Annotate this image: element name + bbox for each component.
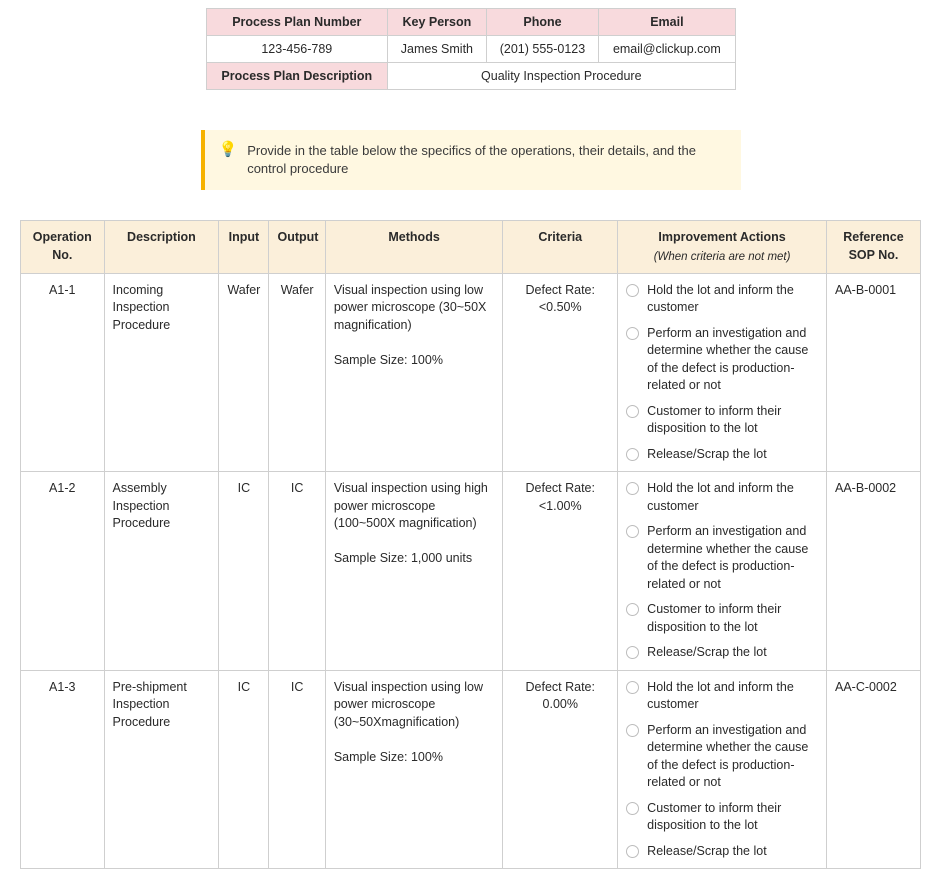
col-header-criteria: Criteria	[503, 221, 618, 274]
operations-table: Operation No. Description Input Output M…	[20, 220, 921, 869]
cell-input: IC	[219, 472, 269, 671]
header-label-phone: Phone	[486, 9, 599, 36]
col-header-input: Input	[219, 221, 269, 274]
col-header-op-no: Operation No.	[21, 221, 105, 274]
col-header-output: Output	[269, 221, 325, 274]
table-row: A1-2Assembly Inspection ProcedureICICVis…	[21, 472, 921, 671]
radio-icon[interactable]	[626, 525, 639, 538]
improvement-item: Customer to inform their disposition to …	[626, 800, 818, 835]
improvement-list: Hold the lot and inform the customer Perf…	[626, 282, 818, 464]
radio-icon[interactable]	[626, 646, 639, 659]
improvement-text: Perform an investigation and determine w…	[647, 523, 818, 593]
radio-icon[interactable]	[626, 724, 639, 737]
header-value-phone: (201) 555-0123	[486, 36, 599, 63]
improvement-text: Hold the lot and inform the customer	[647, 679, 818, 714]
col-header-reference: Reference SOP No.	[826, 221, 920, 274]
cell-criteria: Defect Rate: <0.50%	[503, 273, 618, 472]
header-value-description: Quality Inspection Procedure	[388, 63, 735, 90]
header-value-plan-number: 123-456-789	[206, 36, 388, 63]
cell-criteria: Defect Rate: <1.00%	[503, 472, 618, 671]
radio-icon[interactable]	[626, 405, 639, 418]
improvement-item: Hold the lot and inform the customer	[626, 480, 818, 515]
cell-improvement: Hold the lot and inform the customer Perf…	[618, 472, 827, 671]
improvement-item: Perform an investigation and determine w…	[626, 523, 818, 593]
improvement-text: Hold the lot and inform the customer	[647, 480, 818, 515]
info-callout: 💡 Provide in the table below the specifi…	[201, 130, 741, 190]
radio-icon[interactable]	[626, 845, 639, 858]
cell-reference: AA-B-0002	[826, 472, 920, 671]
improvement-text: Perform an investigation and determine w…	[647, 325, 818, 395]
header-table-container: Process Plan Number Key Person Phone Ema…	[20, 8, 921, 90]
cell-description: Pre-shipment Inspection Procedure	[104, 670, 219, 869]
col-header-description: Description	[104, 221, 219, 274]
radio-icon[interactable]	[626, 802, 639, 815]
improvement-text: Perform an investigation and determine w…	[647, 722, 818, 792]
cell-reference: AA-B-0001	[826, 273, 920, 472]
improvement-text: Release/Scrap the lot	[647, 644, 767, 662]
radio-icon[interactable]	[626, 482, 639, 495]
table-row: A1-1Incoming Inspection ProcedureWaferWa…	[21, 273, 921, 472]
cell-output: IC	[269, 472, 325, 671]
radio-icon[interactable]	[626, 327, 639, 340]
col-header-methods: Methods	[325, 221, 502, 274]
col-header-improvement-main: Improvement Actions	[658, 230, 785, 244]
improvement-text: Release/Scrap the lot	[647, 446, 767, 464]
cell-description: Incoming Inspection Procedure	[104, 273, 219, 472]
header-info-table: Process Plan Number Key Person Phone Ema…	[206, 8, 736, 90]
radio-icon[interactable]	[626, 448, 639, 461]
improvement-text: Customer to inform their disposition to …	[647, 800, 818, 835]
cell-methods: Visual inspection using high power micro…	[325, 472, 502, 671]
radio-icon[interactable]	[626, 603, 639, 616]
cell-description: Assembly Inspection Procedure	[104, 472, 219, 671]
lightbulb-icon: 💡	[219, 142, 238, 157]
radio-icon[interactable]	[626, 284, 639, 297]
improvement-item: Hold the lot and inform the customer	[626, 282, 818, 317]
header-label-description: Process Plan Description	[206, 63, 388, 90]
cell-improvement: Hold the lot and inform the customer Perf…	[618, 670, 827, 869]
col-header-improvement: Improvement Actions (When criteria are n…	[618, 221, 827, 274]
cell-input: IC	[219, 670, 269, 869]
improvement-text: Release/Scrap the lot	[647, 843, 767, 861]
header-label-email: Email	[599, 9, 735, 36]
cell-op-no: A1-2	[21, 472, 105, 671]
callout-container: 💡 Provide in the table below the specifi…	[20, 130, 921, 190]
header-value-email: email@clickup.com	[599, 36, 735, 63]
col-header-improvement-sub: (When criteria are not met)	[626, 249, 818, 265]
cell-improvement: Hold the lot and inform the customer Perf…	[618, 273, 827, 472]
improvement-item: Customer to inform their disposition to …	[626, 403, 818, 438]
cell-methods: Visual inspection using low power micros…	[325, 670, 502, 869]
improvement-item: Perform an investigation and determine w…	[626, 325, 818, 395]
header-value-key-person: James Smith	[388, 36, 487, 63]
improvement-item: Release/Scrap the lot	[626, 843, 818, 861]
cell-op-no: A1-3	[21, 670, 105, 869]
cell-output: Wafer	[269, 273, 325, 472]
improvement-list: Hold the lot and inform the customer Perf…	[626, 679, 818, 861]
improvement-item: Release/Scrap the lot	[626, 644, 818, 662]
improvement-item: Release/Scrap the lot	[626, 446, 818, 464]
radio-icon[interactable]	[626, 681, 639, 694]
improvement-item: Hold the lot and inform the customer	[626, 679, 818, 714]
improvement-text: Customer to inform their disposition to …	[647, 403, 818, 438]
improvement-text: Hold the lot and inform the customer	[647, 282, 818, 317]
cell-input: Wafer	[219, 273, 269, 472]
improvement-text: Customer to inform their disposition to …	[647, 601, 818, 636]
cell-criteria: Defect Rate: 0.00%	[503, 670, 618, 869]
header-label-plan-number: Process Plan Number	[206, 9, 388, 36]
cell-op-no: A1-1	[21, 273, 105, 472]
cell-reference: AA-C-0002	[826, 670, 920, 869]
cell-output: IC	[269, 670, 325, 869]
table-row: A1-3Pre-shipment Inspection ProcedureICI…	[21, 670, 921, 869]
improvement-item: Customer to inform their disposition to …	[626, 601, 818, 636]
improvement-item: Perform an investigation and determine w…	[626, 722, 818, 792]
header-label-key-person: Key Person	[388, 9, 487, 36]
callout-text: Provide in the table below the specifics…	[247, 142, 726, 178]
cell-methods: Visual inspection using low power micros…	[325, 273, 502, 472]
improvement-list: Hold the lot and inform the customer Perf…	[626, 480, 818, 662]
